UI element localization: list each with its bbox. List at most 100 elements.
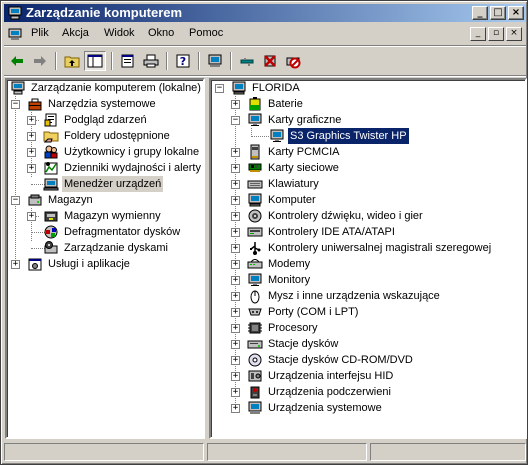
tree-item-label: FLORIDA — [252, 82, 300, 94]
expand-toggle[interactable]: + — [231, 196, 240, 205]
expand-toggle[interactable]: + — [231, 164, 240, 173]
expand-toggle[interactable]: + — [11, 260, 20, 269]
disk-management-icon — [44, 241, 58, 254]
expand-toggle[interactable]: + — [27, 148, 36, 157]
collapse-toggle[interactable]: − — [11, 196, 20, 205]
scan-hardware-icon — [208, 54, 222, 67]
window-title: Zarządzanie komputerem — [26, 5, 183, 20]
monitor-icon — [270, 129, 284, 142]
expand-toggle[interactable]: + — [231, 292, 240, 301]
forward-button[interactable] — [29, 51, 51, 71]
tree-item-label: Kontrolery dźwięku, wideo i gier — [268, 210, 423, 222]
uninstall-device-button[interactable] — [259, 51, 281, 71]
child-minimize-button[interactable]: _ — [470, 27, 486, 41]
keyboard-icon — [247, 180, 263, 189]
expand-toggle[interactable]: + — [231, 372, 240, 381]
menu-okno[interactable]: Okno — [148, 27, 174, 39]
disk-drive-icon — [247, 340, 263, 349]
expand-toggle[interactable]: + — [231, 148, 240, 157]
tree-item-label: Narzędzia systemowe — [48, 98, 156, 110]
tree-item-label: Baterie — [268, 98, 303, 110]
expand-toggle[interactable]: + — [231, 244, 240, 253]
back-button[interactable] — [6, 51, 28, 71]
processor-icon — [248, 322, 262, 334]
status-bar — [4, 442, 526, 462]
menu-separator — [4, 45, 526, 47]
tree-item-label: Kontrolery IDE ATA/ATAPI — [268, 226, 395, 238]
expand-toggle[interactable]: + — [231, 388, 240, 397]
tree-item-label: Magazyn wymienny — [64, 210, 161, 222]
tree-item-label: Zarządzanie dyskami — [64, 242, 168, 254]
disable-device-button[interactable] — [282, 51, 304, 71]
show-hide-tree-button[interactable] — [84, 51, 106, 71]
expand-toggle[interactable]: + — [231, 356, 240, 365]
console-icon[interactable] — [7, 26, 23, 42]
hid-icon — [248, 370, 262, 382]
expand-toggle[interactable]: + — [231, 180, 240, 189]
help-button[interactable]: ? — [172, 51, 194, 71]
collapse-toggle[interactable]: − — [11, 100, 20, 109]
title-bar[interactable]: Zarządzanie komputerem _ □ × — [4, 4, 526, 22]
tree-item-label: Defragmentator dysków — [64, 226, 181, 238]
update-driver-button[interactable] — [236, 51, 258, 71]
port-icon — [248, 308, 262, 316]
device-tree[interactable]: − FLORIDA + Baterie − Karty graficzne + Karty… — [209, 78, 527, 439]
menu-pomoc[interactable]: Pomoc — [189, 27, 223, 39]
expand-toggle[interactable]: + — [231, 100, 240, 109]
menu-widok[interactable]: Widok — [104, 27, 135, 39]
up-button[interactable] — [61, 51, 83, 71]
collapse-toggle[interactable]: − — [215, 84, 224, 93]
print-button[interactable] — [140, 51, 162, 71]
expand-toggle[interactable]: + — [231, 228, 240, 237]
expand-toggle[interactable]: + — [231, 212, 240, 221]
users-icon — [44, 145, 58, 159]
expand-toggle[interactable]: + — [231, 308, 240, 317]
tree-item-label: Usługi i aplikacje — [48, 258, 130, 270]
expand-toggle[interactable]: + — [27, 132, 36, 141]
expand-toggle[interactable]: + — [27, 164, 36, 173]
computer-management-icon — [8, 6, 22, 20]
toolbar-separator — [198, 52, 200, 70]
expand-toggle[interactable]: + — [231, 404, 240, 413]
event-viewer-icon — [44, 113, 57, 127]
close-button[interactable]: × — [508, 6, 524, 20]
expand-toggle[interactable]: + — [27, 212, 36, 221]
tree-item-label: Procesory — [268, 322, 318, 334]
svg-text:?: ? — [180, 55, 186, 68]
status-panel — [4, 443, 204, 461]
expand-toggle[interactable]: + — [231, 260, 240, 269]
cdrom-icon — [248, 353, 262, 367]
toolbar-separator — [55, 52, 57, 70]
ide-controller-icon — [247, 227, 263, 237]
child-restore-button[interactable]: ▫ — [488, 27, 504, 41]
tree-item-label: Karty sieciowe — [268, 162, 339, 174]
tree-item-label: Menedżer urządzeń — [62, 176, 164, 192]
status-panel — [207, 443, 367, 461]
menu-akcja[interactable]: Akcja — [62, 27, 89, 39]
console-tree[interactable]: Zarządzanie komputerem (lokalne) − Narzę… — [5, 78, 205, 439]
system-devices-icon — [248, 401, 262, 414]
collapse-toggle[interactable]: − — [231, 116, 240, 125]
performance-icon — [44, 162, 58, 175]
tree-item-label: Stacje dysków — [268, 338, 339, 350]
expand-toggle[interactable]: + — [231, 276, 240, 285]
expand-toggle[interactable]: + — [27, 116, 36, 125]
properties-button[interactable] — [117, 51, 139, 71]
update-driver-icon — [240, 58, 254, 66]
tree-item-label: Dzienniki wydajności i alerty — [64, 162, 201, 174]
expand-toggle[interactable]: + — [231, 340, 240, 349]
modem-icon — [247, 259, 263, 269]
expand-toggle[interactable]: + — [231, 324, 240, 333]
tree-item-label: Modemy — [268, 258, 311, 270]
toolbar-separator — [111, 52, 113, 70]
menu-plik[interactable]: Plik — [31, 27, 49, 39]
maximize-button[interactable]: □ — [490, 6, 506, 20]
child-close-button[interactable]: × — [506, 27, 522, 41]
tree-item-label: Użytkownicy i grupy lokalne — [64, 146, 200, 158]
minimize-button[interactable]: _ — [472, 6, 488, 20]
tree-item-label: Kontrolery uniwersalnej magistrali szere… — [268, 242, 492, 254]
scan-hardware-button[interactable] — [204, 51, 226, 71]
infrared-icon — [250, 386, 260, 399]
mmc-window: Zarządzanie komputerem _ □ × Plik Akcja … — [0, 0, 528, 465]
device-manager-icon — [43, 178, 59, 191]
